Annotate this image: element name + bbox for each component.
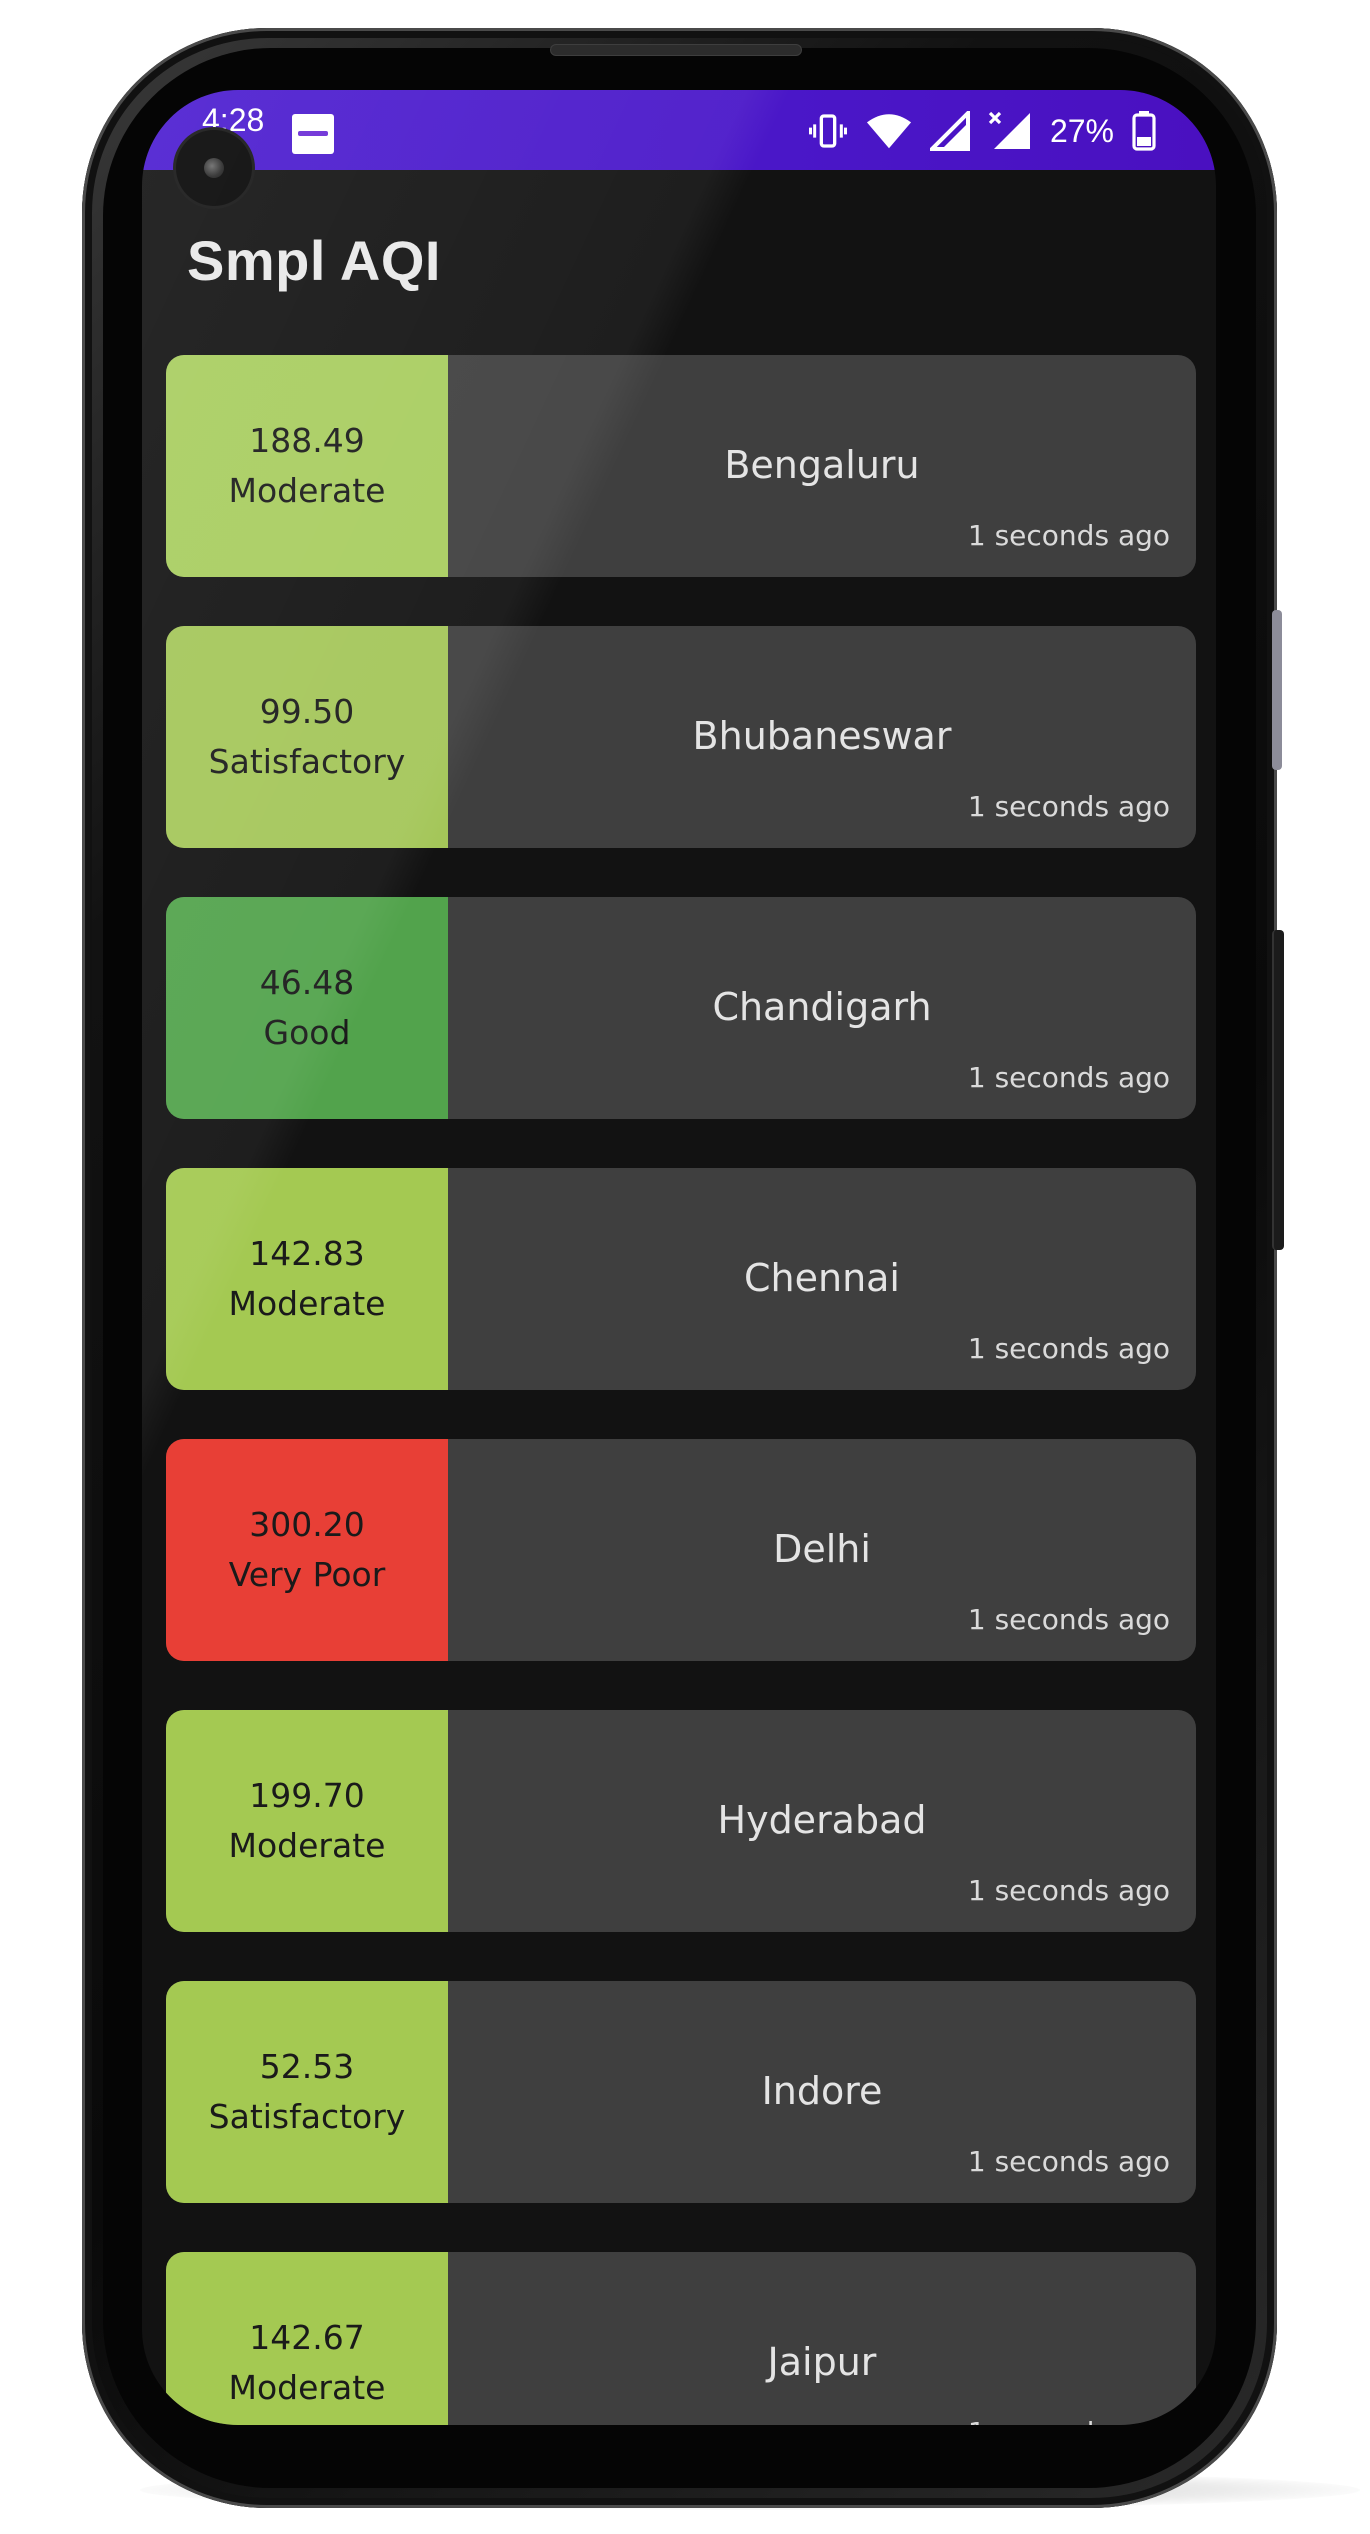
cell-signal-icon	[929, 111, 970, 151]
aqi-badge: 300.20 Very Poor	[166, 1439, 448, 1661]
wifi-icon	[866, 114, 911, 149]
volume-button	[1272, 610, 1282, 770]
battery-percent: 27%	[1049, 113, 1114, 149]
aqi-category: Satisfactory	[208, 742, 406, 781]
aqi-category: Moderate	[228, 471, 386, 510]
aqi-category: Very Poor	[228, 1555, 386, 1594]
city-name: Bhubaneswar	[692, 714, 952, 758]
aqi-value: 52.53	[259, 2047, 355, 2086]
aqi-value: 199.70	[249, 1776, 365, 1815]
city-card-hyderabad[interactable]: 199.70 Moderate Hyderabad 1 seconds ago	[166, 1710, 1196, 1932]
aqi-value: 188.49	[249, 421, 365, 460]
city-name: Indore	[761, 2069, 883, 2113]
city-card-delhi[interactable]: 300.20 Very Poor Delhi 1 seconds ago	[166, 1439, 1196, 1661]
last-updated: 1 seconds ago	[967, 790, 1170, 823]
city-name: Chennai	[743, 1256, 900, 1300]
zomato-notification-icon	[292, 114, 334, 154]
aqi-badge: 142.67 Moderate	[166, 2252, 448, 2425]
aqi-value: 46.48	[259, 963, 355, 1002]
aqi-badge: 99.50 Satisfactory	[166, 626, 448, 848]
aqi-badge: 188.49 Moderate	[166, 355, 448, 577]
last-updated: 1 seconds ago	[967, 1332, 1170, 1365]
aqi-value: 300.20	[249, 1505, 365, 1544]
status-icons: 27%	[808, 104, 1156, 158]
aqi-value: 99.50	[259, 692, 355, 731]
last-updated: 1 seconds ago	[968, 2416, 1170, 2425]
vibrate-icon	[808, 114, 847, 148]
city-info: Delhi 1 seconds ago	[448, 1439, 1196, 1661]
city-name: Bengaluru	[724, 443, 920, 487]
aqi-category: Moderate	[228, 1284, 386, 1323]
battery-icon	[1132, 111, 1156, 151]
city-name: Hyderabad	[717, 1798, 927, 1842]
last-updated: 1 seconds ago	[967, 519, 1170, 552]
city-info: Chandigarh 1 seconds ago	[448, 897, 1196, 1119]
city-card-chandigarh[interactable]: 46.48 Good Chandigarh 1 seconds ago	[166, 897, 1196, 1119]
app-title: Smpl AQI	[187, 229, 441, 292]
aqi-value: 142.67	[249, 2318, 365, 2357]
aqi-value: 142.83	[249, 1234, 365, 1273]
city-info: Jaipur 1 seconds ago	[448, 2252, 1196, 2425]
city-card-bhubaneswar[interactable]: 99.50 Satisfactory Bhubaneswar 1 seconds…	[166, 626, 1196, 848]
city-card-jaipur[interactable]: 142.67 Moderate Jaipur 1 seconds ago	[166, 2252, 1196, 2425]
aqi-category: Moderate	[228, 2368, 386, 2407]
aqi-badge: 46.48 Good	[166, 897, 448, 1119]
city-name: Jaipur	[767, 2340, 877, 2384]
city-info: Chennai 1 seconds ago	[448, 1168, 1196, 1390]
city-name: Chandigarh	[712, 985, 932, 1029]
last-updated: 1 seconds ago	[967, 1061, 1170, 1094]
phone-screen: 4:28 27% Smpl AQI 188.49 Moderate Bengal…	[142, 90, 1216, 2425]
aqi-badge: 142.83 Moderate	[166, 1168, 448, 1390]
aqi-category: Satisfactory	[208, 2097, 406, 2136]
city-name: Delhi	[773, 1527, 871, 1571]
app-bar: Smpl AQI	[142, 170, 1216, 340]
city-card-bengaluru[interactable]: 188.49 Moderate Bengaluru 1 seconds ago	[166, 355, 1196, 577]
city-info: Bengaluru 1 seconds ago	[448, 355, 1196, 577]
last-updated: 1 seconds ago	[967, 2145, 1170, 2178]
last-updated: 1 seconds ago	[967, 1874, 1170, 1907]
last-updated: 1 seconds ago	[967, 1603, 1170, 1636]
aqi-badge: 199.70 Moderate	[166, 1710, 448, 1932]
city-info: Indore 1 seconds ago	[448, 1981, 1196, 2203]
earpiece-speaker	[550, 44, 802, 56]
aqi-badge: 52.53 Satisfactory	[166, 1981, 448, 2203]
device-mockup: 4:28 27% Smpl AQI 188.49 Moderate Bengal…	[0, 0, 1370, 2534]
cell-signal-no-data-icon	[988, 111, 1030, 149]
city-info: Bhubaneswar 1 seconds ago	[448, 626, 1196, 848]
city-card-chennai[interactable]: 142.83 Moderate Chennai 1 seconds ago	[166, 1168, 1196, 1390]
aqi-category: Good	[263, 1013, 351, 1052]
power-button	[1272, 930, 1284, 1250]
city-info: Hyderabad 1 seconds ago	[448, 1710, 1196, 1932]
aqi-category: Moderate	[228, 1826, 386, 1865]
status-bar: 4:28 27%	[142, 90, 1216, 170]
city-card-indore[interactable]: 52.53 Satisfactory Indore 1 seconds ago	[166, 1981, 1196, 2203]
